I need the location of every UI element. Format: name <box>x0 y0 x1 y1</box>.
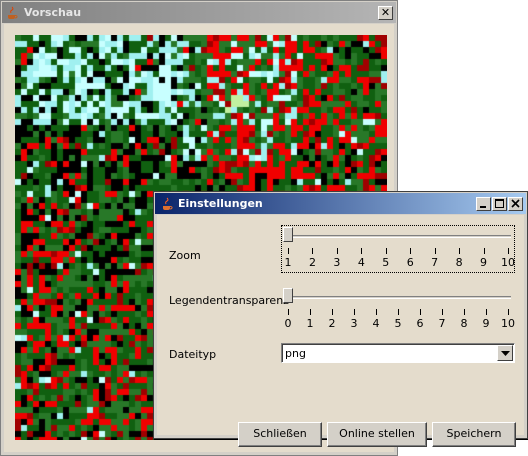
close-icon <box>511 199 520 208</box>
zoom-slider-tick-label: 2 <box>308 256 316 269</box>
zoom-slider-tick-label: 9 <box>480 256 488 269</box>
dropdown-button[interactable] <box>497 345 513 361</box>
legend-slider-tick <box>354 309 355 315</box>
legend-slider-tick-label: 5 <box>394 317 402 330</box>
zoom-slider-tick <box>459 248 461 254</box>
zoom-slider-tick-label: 8 <box>455 256 463 269</box>
zoom-slider-tick <box>508 248 509 254</box>
close-icon: ✕ <box>380 6 391 19</box>
zoom-slider-tick-label: 7 <box>431 256 439 269</box>
zoom-slider-tick <box>385 248 387 254</box>
legend-slider-tick-label: 1 <box>306 317 314 330</box>
zoom-label: Zoom <box>169 249 201 262</box>
java-app-icon <box>5 6 19 20</box>
legend-transparency-slider[interactable]: 0 1 2 3 4 5 6 7 8 9 10 <box>281 286 515 334</box>
legend-slider-tick <box>332 309 333 315</box>
close-dialog-button[interactable]: Schließen <box>238 422 322 447</box>
legend-slider-tick-label: 7 <box>438 317 446 330</box>
zoom-slider-tick-label: 1 <box>284 256 292 269</box>
zoom-slider-tick <box>288 248 289 254</box>
zoom-slider-tick-label: 4 <box>357 256 365 269</box>
legend-slider-tick <box>310 309 311 315</box>
zoom-slider-tick <box>434 248 436 254</box>
java-app-icon <box>160 197 174 211</box>
legend-slider-tick <box>486 309 487 315</box>
zoom-slider-tick-label: 10 <box>501 256 515 269</box>
legend-slider-tick-label: 9 <box>482 317 490 330</box>
zoom-slider-track[interactable] <box>285 235 511 238</box>
zoom-slider[interactable]: 1 2 3 4 5 6 7 8 9 10 <box>281 225 515 273</box>
zoom-slider-tick <box>336 248 338 254</box>
settings-content: Zoom 1 2 3 4 5 6 7 8 9 10 Legendentransparenz 0 1 2… <box>157 215 524 447</box>
legend-transparency-label: Legendentransparenz <box>169 294 289 307</box>
legend-slider-tick-label: 8 <box>460 317 468 330</box>
minimize-icon <box>480 206 486 208</box>
legend-slider-tick <box>508 309 509 315</box>
preview-titlebar[interactable]: Vorschau ✕ <box>2 2 396 23</box>
zoom-slider-thumb[interactable] <box>283 227 293 242</box>
legend-slider-tick <box>442 309 443 315</box>
publish-online-button[interactable]: Online stellen <box>327 422 427 447</box>
minimize-button[interactable] <box>476 197 491 211</box>
legend-slider-tick <box>464 309 465 315</box>
legend-slider-track[interactable] <box>285 296 511 299</box>
zoom-slider-tick-label: 3 <box>333 256 341 269</box>
settings-titlebar[interactable]: Einstellungen <box>155 193 526 214</box>
preview-close-button[interactable]: ✕ <box>378 6 393 20</box>
legend-slider-tick <box>376 309 377 315</box>
preview-title: Vorschau <box>24 6 82 19</box>
zoom-slider-tick <box>410 248 412 254</box>
legend-slider-tick-label: 10 <box>501 317 515 330</box>
legend-slider-tick <box>288 309 289 315</box>
legend-slider-tick-label: 2 <box>328 317 336 330</box>
zoom-slider-tick-label: 5 <box>382 256 390 269</box>
settings-dialog: Einstellungen Zoom 1 2 3 4 5 6 7 8 9 10 Legendent… <box>153 191 528 447</box>
zoom-slider-tick <box>312 248 314 254</box>
close-button[interactable] <box>508 197 523 211</box>
file-type-label: Dateityp <box>169 348 217 361</box>
legend-slider-thumb[interactable] <box>283 288 293 303</box>
legend-slider-tick-label: 3 <box>350 317 358 330</box>
file-type-select[interactable]: png <box>281 343 515 363</box>
maximize-icon <box>495 199 504 208</box>
file-type-value: png <box>285 347 306 360</box>
maximize-button[interactable] <box>492 197 507 211</box>
save-button[interactable]: Speichern <box>432 422 516 447</box>
chevron-down-icon <box>501 351 510 356</box>
legend-slider-tick-label: 4 <box>372 317 380 330</box>
legend-slider-tick-label: 0 <box>284 317 292 330</box>
legend-slider-tick-label: 6 <box>416 317 424 330</box>
legend-slider-tick <box>420 309 421 315</box>
legend-slider-tick <box>398 309 399 315</box>
zoom-slider-tick-label: 6 <box>406 256 414 269</box>
zoom-slider-tick <box>361 248 363 254</box>
zoom-slider-tick <box>483 248 485 254</box>
settings-title: Einstellungen <box>178 197 263 210</box>
